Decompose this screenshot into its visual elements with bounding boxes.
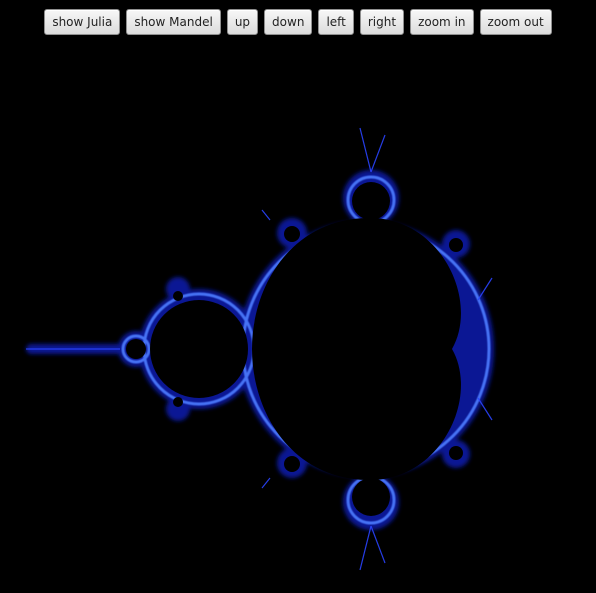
down-button[interactable]: down [264, 9, 313, 35]
toolbar: show Julia show Mandel up down left righ… [0, 9, 596, 35]
fractal-canvas[interactable] [0, 40, 596, 593]
fractal-image [26, 127, 494, 571]
show-julia-button[interactable]: show Julia [44, 9, 121, 35]
left-button[interactable]: left [318, 9, 354, 35]
up-button[interactable]: up [226, 9, 259, 35]
fractal-interior [126, 182, 463, 516]
mandelbrot-viewer: show Julia show Mandel up down left righ… [0, 0, 596, 593]
right-button[interactable]: right [359, 9, 405, 35]
zoom-in-button[interactable]: zoom in [410, 9, 474, 35]
show-mandel-button[interactable]: show Mandel [126, 9, 221, 35]
zoom-out-button[interactable]: zoom out [479, 9, 552, 35]
